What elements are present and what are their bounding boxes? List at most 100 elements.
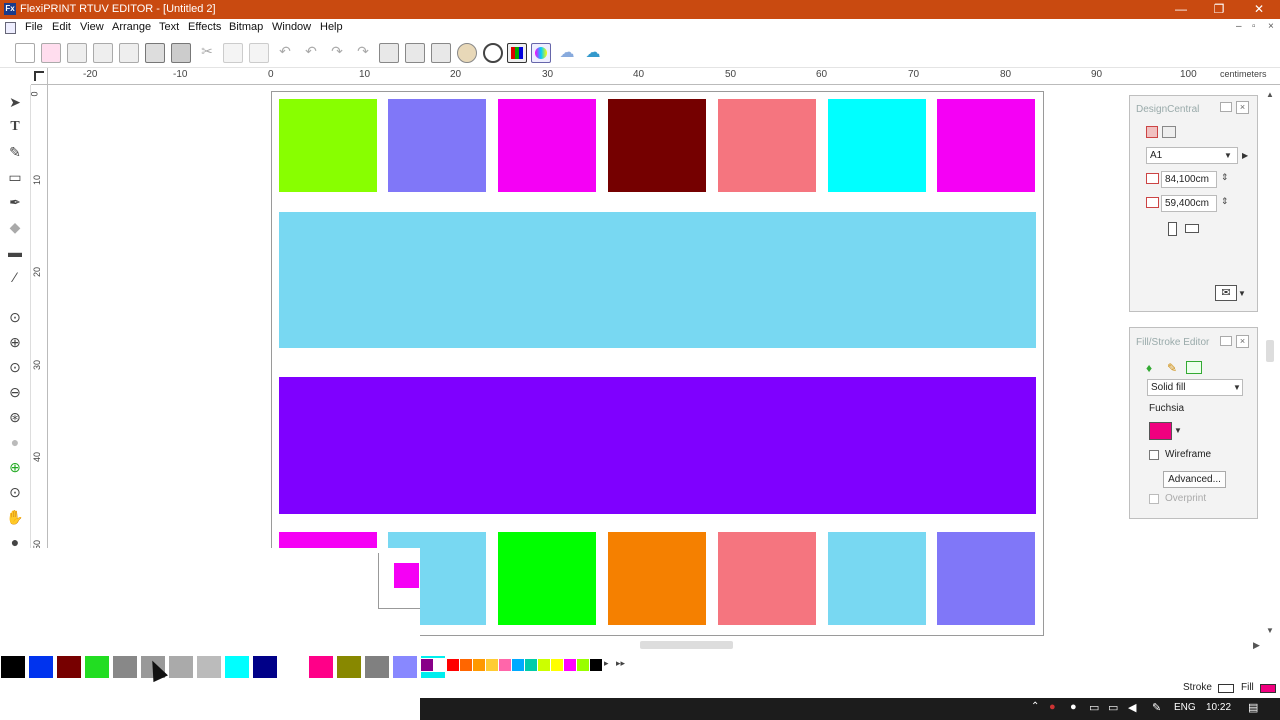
select-arrow-icon[interactable]: ➤	[6, 93, 24, 111]
pan-hand-icon[interactable]: ✋	[6, 508, 24, 526]
panel-close-icon[interactable]: ×	[1236, 101, 1249, 114]
bucket-tool-icon[interactable]: ◆	[6, 218, 24, 236]
mini-palette-swatch[interactable]	[576, 658, 590, 672]
color-square[interactable]	[388, 99, 486, 192]
stroke-swatch[interactable]	[1218, 684, 1234, 693]
cloud-upload-icon[interactable]: ☁	[583, 43, 603, 63]
overprint-checkbox[interactable]	[1149, 494, 1159, 504]
palette-swatch[interactable]	[112, 655, 138, 679]
palette-last-icon[interactable]: ▸▸	[616, 658, 625, 669]
cutter-icon[interactable]	[171, 43, 191, 63]
palette-swatch[interactable]	[308, 655, 334, 679]
fill-swatch[interactable]	[1260, 684, 1276, 693]
restore-button[interactable]: ❐	[1200, 0, 1238, 19]
mini-palette-swatch[interactable]	[511, 658, 525, 672]
color-square[interactable]	[828, 99, 926, 192]
menu-view[interactable]: View	[80, 21, 104, 33]
chevron-down-icon[interactable]: ▼	[1224, 151, 1232, 160]
fill-type-select[interactable]: Solid fill	[1147, 379, 1243, 396]
open-file-icon[interactable]	[41, 43, 61, 63]
mdi-minimize-button[interactable]: –	[1236, 21, 1242, 32]
distribute-icon[interactable]	[405, 43, 425, 63]
menu-edit[interactable]: Edit	[52, 21, 71, 33]
panel-close-icon[interactable]: ×	[1236, 335, 1249, 348]
palette-swatch[interactable]	[364, 655, 390, 679]
zoom-lens-icon[interactable]	[483, 43, 503, 63]
zoom-page-icon[interactable]: ⊙	[6, 358, 24, 376]
height-stepper[interactable]: ⇕	[1221, 196, 1229, 207]
palette-swatch[interactable]	[0, 655, 26, 679]
tray-pen-icon[interactable]: ✎	[1152, 701, 1161, 714]
fill-bucket-icon[interactable]: ♦	[1146, 361, 1152, 375]
page-width-field[interactable]: 84,100cm	[1161, 171, 1217, 188]
menu-text[interactable]: Text	[159, 21, 179, 33]
redo-icon[interactable]: ↷	[327, 43, 347, 63]
zoom-all-icon[interactable]: ⊛	[6, 408, 24, 426]
chevron-right-icon[interactable]: ▶	[1242, 151, 1248, 160]
color-square[interactable]	[498, 532, 596, 625]
color-square[interactable]	[279, 99, 377, 192]
new-file-icon[interactable]	[15, 43, 35, 63]
cut-icon[interactable]: ✂	[197, 43, 217, 63]
gradient-fill-icon[interactable]	[1186, 361, 1202, 374]
palette-swatch[interactable]	[252, 655, 278, 679]
tray-mic-icon[interactable]: ●	[1070, 701, 1077, 713]
text-tool-icon[interactable]: T	[6, 118, 24, 136]
palette-next-icon[interactable]: ▸	[604, 658, 609, 669]
purple-band[interactable]	[279, 377, 1036, 514]
mini-palette-swatch[interactable]	[498, 658, 512, 672]
notifications-icon[interactable]: ▤	[1248, 701, 1258, 714]
save-icon[interactable]	[67, 43, 87, 63]
tray-network-icon[interactable]: ▭	[1108, 701, 1118, 714]
tray-volume-icon[interactable]: ◀	[1128, 701, 1136, 714]
zoom-in-icon[interactable]: ⊕	[6, 333, 24, 351]
palette-swatch[interactable]	[336, 655, 362, 679]
zoom-out-icon[interactable]: ⊖	[6, 383, 24, 401]
pen-tool-icon[interactable]: ✒	[6, 193, 24, 211]
rectangle-tool-icon[interactable]: ▭	[6, 168, 24, 186]
stroke-pen-icon[interactable]: ✎	[1167, 361, 1177, 375]
color-square[interactable]	[937, 532, 1035, 625]
scroll-up-icon[interactable]: ▲	[1266, 90, 1274, 99]
page-height-field[interactable]: 59,400cm	[1161, 195, 1217, 212]
mini-palette-swatch[interactable]	[446, 658, 460, 672]
color-square[interactable]	[718, 532, 816, 625]
palette-swatch[interactable]	[168, 655, 194, 679]
horizontal-ruler[interactable]: -20 -10 0 10 20 30 40 50 60 70 80 90 100…	[48, 68, 1280, 85]
redo-list-icon[interactable]: ↷	[353, 43, 373, 63]
menu-help[interactable]: Help	[320, 21, 343, 33]
mini-palette-swatch[interactable]	[589, 658, 603, 672]
menu-effects[interactable]: Effects	[188, 21, 221, 33]
tray-app-icon[interactable]: ●	[1049, 701, 1056, 713]
mini-palette-swatch[interactable]	[459, 658, 473, 672]
mini-palette-swatch[interactable]	[472, 658, 486, 672]
zoom-actual-icon[interactable]: ⊙	[6, 483, 24, 501]
minimize-button[interactable]: —	[1162, 0, 1200, 19]
color-grid-icon[interactable]	[507, 43, 527, 63]
chevron-down-icon[interactable]: ▼	[1233, 383, 1241, 392]
close-button[interactable]: ✕	[1240, 0, 1278, 19]
mini-palette-swatch[interactable]	[550, 658, 564, 672]
shape-tool-icon[interactable]: ✎	[6, 143, 24, 161]
undo-icon[interactable]: ↶	[275, 43, 295, 63]
palette-swatch[interactable]	[280, 655, 306, 679]
print-icon[interactable]	[145, 43, 165, 63]
mini-palette-swatch[interactable]	[420, 658, 434, 672]
scroll-right-icon[interactable]: ▶	[1253, 640, 1260, 651]
palette-swatch[interactable]	[84, 655, 110, 679]
color-square[interactable]	[498, 99, 596, 192]
scroll-down-icon[interactable]: ▼	[1266, 626, 1274, 635]
chevron-down-icon[interactable]: ▼	[1238, 289, 1246, 298]
horizontal-scrollbar-thumb[interactable]	[640, 641, 733, 649]
menu-bitmap[interactable]: Bitmap	[229, 21, 263, 33]
palette-swatch[interactable]	[224, 655, 250, 679]
export-icon[interactable]	[119, 43, 139, 63]
mdi-close-button[interactable]: ×	[1268, 21, 1274, 32]
color-square[interactable]	[828, 532, 926, 625]
landscape-orientation-icon[interactable]	[1185, 224, 1199, 233]
width-stepper[interactable]: ⇕	[1221, 172, 1229, 183]
rip-icon[interactable]	[531, 43, 551, 63]
menu-window[interactable]: Window	[272, 21, 311, 33]
fill-color-swatch[interactable]	[1149, 422, 1172, 440]
menu-file[interactable]: File	[25, 21, 43, 33]
